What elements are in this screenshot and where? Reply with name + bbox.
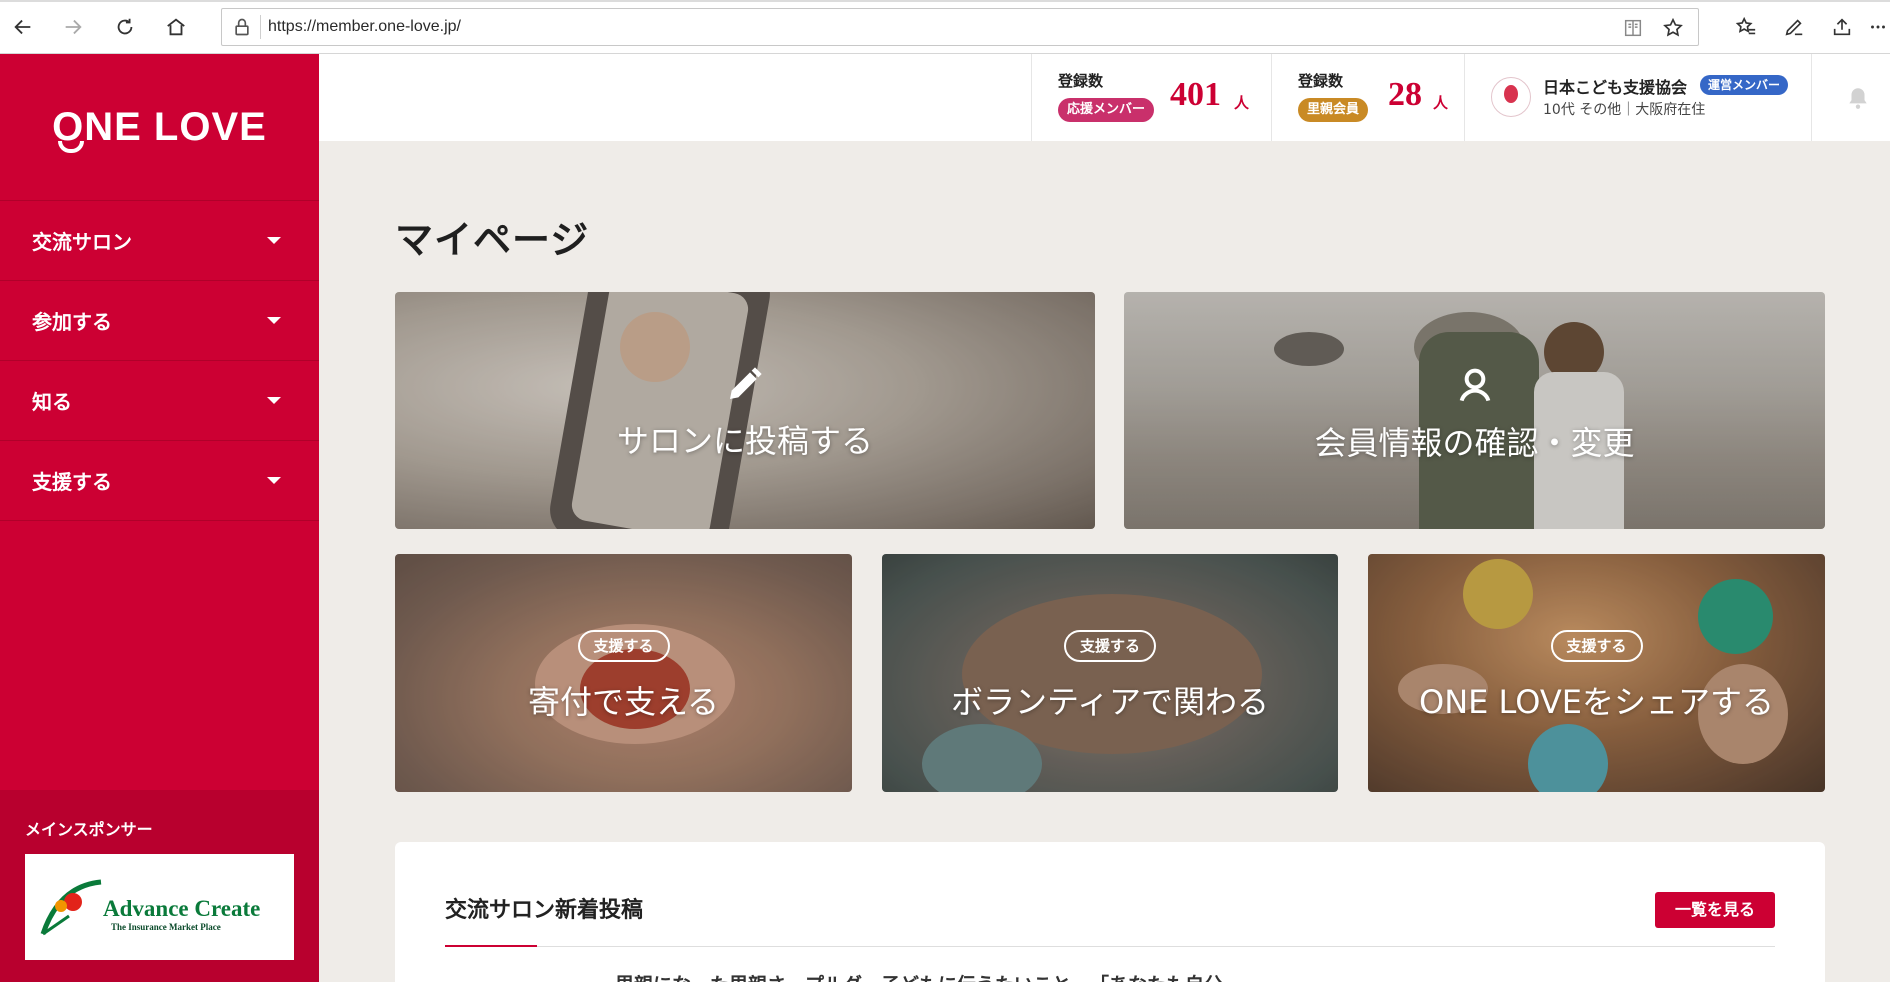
home-button[interactable] xyxy=(161,12,191,42)
browser-toolbar: https://member.one-love.jp/ xyxy=(0,0,1890,54)
more-button[interactable] xyxy=(1868,14,1888,40)
card-overlay xyxy=(395,554,852,792)
card-title: 寄付で支える xyxy=(527,683,720,721)
panel-divider xyxy=(445,946,1775,947)
sidebar-item-salon[interactable]: 交流サロン xyxy=(0,201,319,281)
notes-button[interactable] xyxy=(1781,14,1807,40)
sponsor-tagline: The Insurance Market Place xyxy=(111,922,221,932)
sidebar-item-label: 参加する xyxy=(32,310,112,334)
logo-smile-icon xyxy=(58,140,85,153)
stat-label: 登録数 xyxy=(1298,72,1344,90)
stat-label: 登録数 xyxy=(1058,72,1104,90)
role-badge: 運営メンバー xyxy=(1700,75,1789,95)
reading-view-icon[interactable] xyxy=(1622,17,1644,39)
sponsor-mark-icon xyxy=(40,879,102,936)
card-tag: 支援する xyxy=(1063,630,1157,662)
avatar[interactable] xyxy=(1491,77,1531,117)
page-title: マイページ xyxy=(395,218,590,262)
panel-divider-accent xyxy=(445,945,537,947)
sponsor-section: メインスポンサー Advance Create The Insurance Ma… xyxy=(0,790,319,982)
sidebar: ONE LOVE 交流サロン 参加する 知る 支援する メインスポンサー Adv… xyxy=(0,54,319,982)
refresh-icon xyxy=(117,18,133,35)
share-icon xyxy=(1833,18,1851,36)
logo-text: ONE LOVE xyxy=(52,104,267,153)
card-title: ONE LOVEをシェアする xyxy=(1419,683,1774,721)
arrow-left-icon xyxy=(14,19,31,35)
post-row[interactable]: 里親にな…た里親さ…プルグ…子どもに伝うたいこと…「あなたも自分 xyxy=(615,970,1223,982)
lock-icon xyxy=(235,18,249,36)
new-posts-panel: 交流サロン新着投稿 一覧を見る 里親にな…た里親さ…プルグ…子どもに伝うたいこと… xyxy=(395,842,1825,982)
pencil-icon xyxy=(730,367,762,399)
sidebar-item-label: 支援する xyxy=(32,470,112,494)
forward-button[interactable] xyxy=(58,12,88,42)
tab-strip-edge xyxy=(0,0,1890,2)
sponsor-name: Advance Create xyxy=(103,896,261,921)
favorites-icon xyxy=(1735,16,1756,35)
card-title: ボランティアで関わる xyxy=(950,683,1270,721)
bell-icon[interactable] xyxy=(1845,85,1871,111)
supporter-badge: 応援メンバー xyxy=(1058,98,1155,122)
org-name[interactable]: 日本こども支援協会 xyxy=(1543,74,1687,98)
card-overlay xyxy=(1124,292,1825,529)
foster-count: 28 xyxy=(1388,76,1422,113)
sponsor-logo[interactable]: Advance Create The Insurance Market Plac… xyxy=(25,854,294,960)
favorites-button[interactable] xyxy=(1733,14,1759,40)
sidebar-item-join[interactable]: 参加する xyxy=(0,281,319,361)
more-icon xyxy=(1871,25,1885,29)
pen-icon xyxy=(1785,19,1803,36)
sidebar-item-support[interactable]: 支援する xyxy=(0,441,319,521)
supporter-count: 401 xyxy=(1170,76,1221,113)
back-button[interactable] xyxy=(8,12,38,42)
card-tag: 支援する xyxy=(1550,630,1643,662)
card-title: 会員情報の確認・変更 xyxy=(1314,424,1635,462)
card-member-info[interactable]: 会員情報の確認・変更 xyxy=(1124,292,1825,529)
sponsor-label: メインスポンサー xyxy=(25,820,153,839)
org-details: 10代 その他｜大阪府在住 xyxy=(1543,102,1706,118)
sidebar-item-label: 知る xyxy=(32,390,72,414)
address-bar[interactable]: https://member.one-love.jp/ xyxy=(221,8,1699,46)
stat-supporters: 登録数 応援メンバー 401 人 xyxy=(1031,54,1271,141)
stat-foster: 登録数 里親会員 28 人 xyxy=(1271,54,1464,141)
card-overlay xyxy=(882,554,1338,792)
card-overlay xyxy=(395,292,1095,529)
card-title: サロンに投稿する xyxy=(616,422,873,460)
address-separator xyxy=(260,15,261,39)
card-donate[interactable]: 支援する 寄付で支える xyxy=(395,554,852,792)
home-icon xyxy=(167,18,185,36)
caret-down-icon xyxy=(267,397,281,404)
star-icon[interactable] xyxy=(1662,17,1684,39)
url-text[interactable]: https://member.one-love.jp/ xyxy=(268,18,461,36)
stat-unit: 人 xyxy=(1433,94,1449,112)
card-overlay xyxy=(1368,554,1825,792)
sidebar-item-label: 交流サロン xyxy=(32,230,132,254)
avatar-mark xyxy=(1504,85,1518,103)
sidebar-menu: 交流サロン 参加する 知る 支援する xyxy=(0,200,319,521)
card-salon-post[interactable]: サロンに投稿する xyxy=(395,292,1095,529)
card-volunteer[interactable]: 支援する ボランティアで関わる xyxy=(882,554,1338,792)
foster-badge: 里親会員 xyxy=(1298,98,1369,122)
user-icon xyxy=(1459,368,1490,402)
card-tag: 支援する xyxy=(577,630,670,662)
sidebar-item-learn[interactable]: 知る xyxy=(0,361,319,441)
caret-down-icon xyxy=(267,477,281,484)
caret-down-icon xyxy=(267,237,281,244)
arrow-right-icon xyxy=(65,19,82,35)
share-button[interactable] xyxy=(1829,14,1855,40)
view-all-button[interactable]: 一覧を見る xyxy=(1655,892,1775,928)
site-logo[interactable]: ONE LOVE xyxy=(0,54,319,200)
stat-unit: 人 xyxy=(1234,94,1250,112)
logo-label: ONE LOVE xyxy=(52,104,267,149)
caret-down-icon xyxy=(267,317,281,324)
refresh-button[interactable] xyxy=(110,12,140,42)
card-share[interactable]: 支援する ONE LOVEをシェアする xyxy=(1368,554,1825,792)
panel-title: 交流サロン新着投稿 xyxy=(445,898,644,923)
